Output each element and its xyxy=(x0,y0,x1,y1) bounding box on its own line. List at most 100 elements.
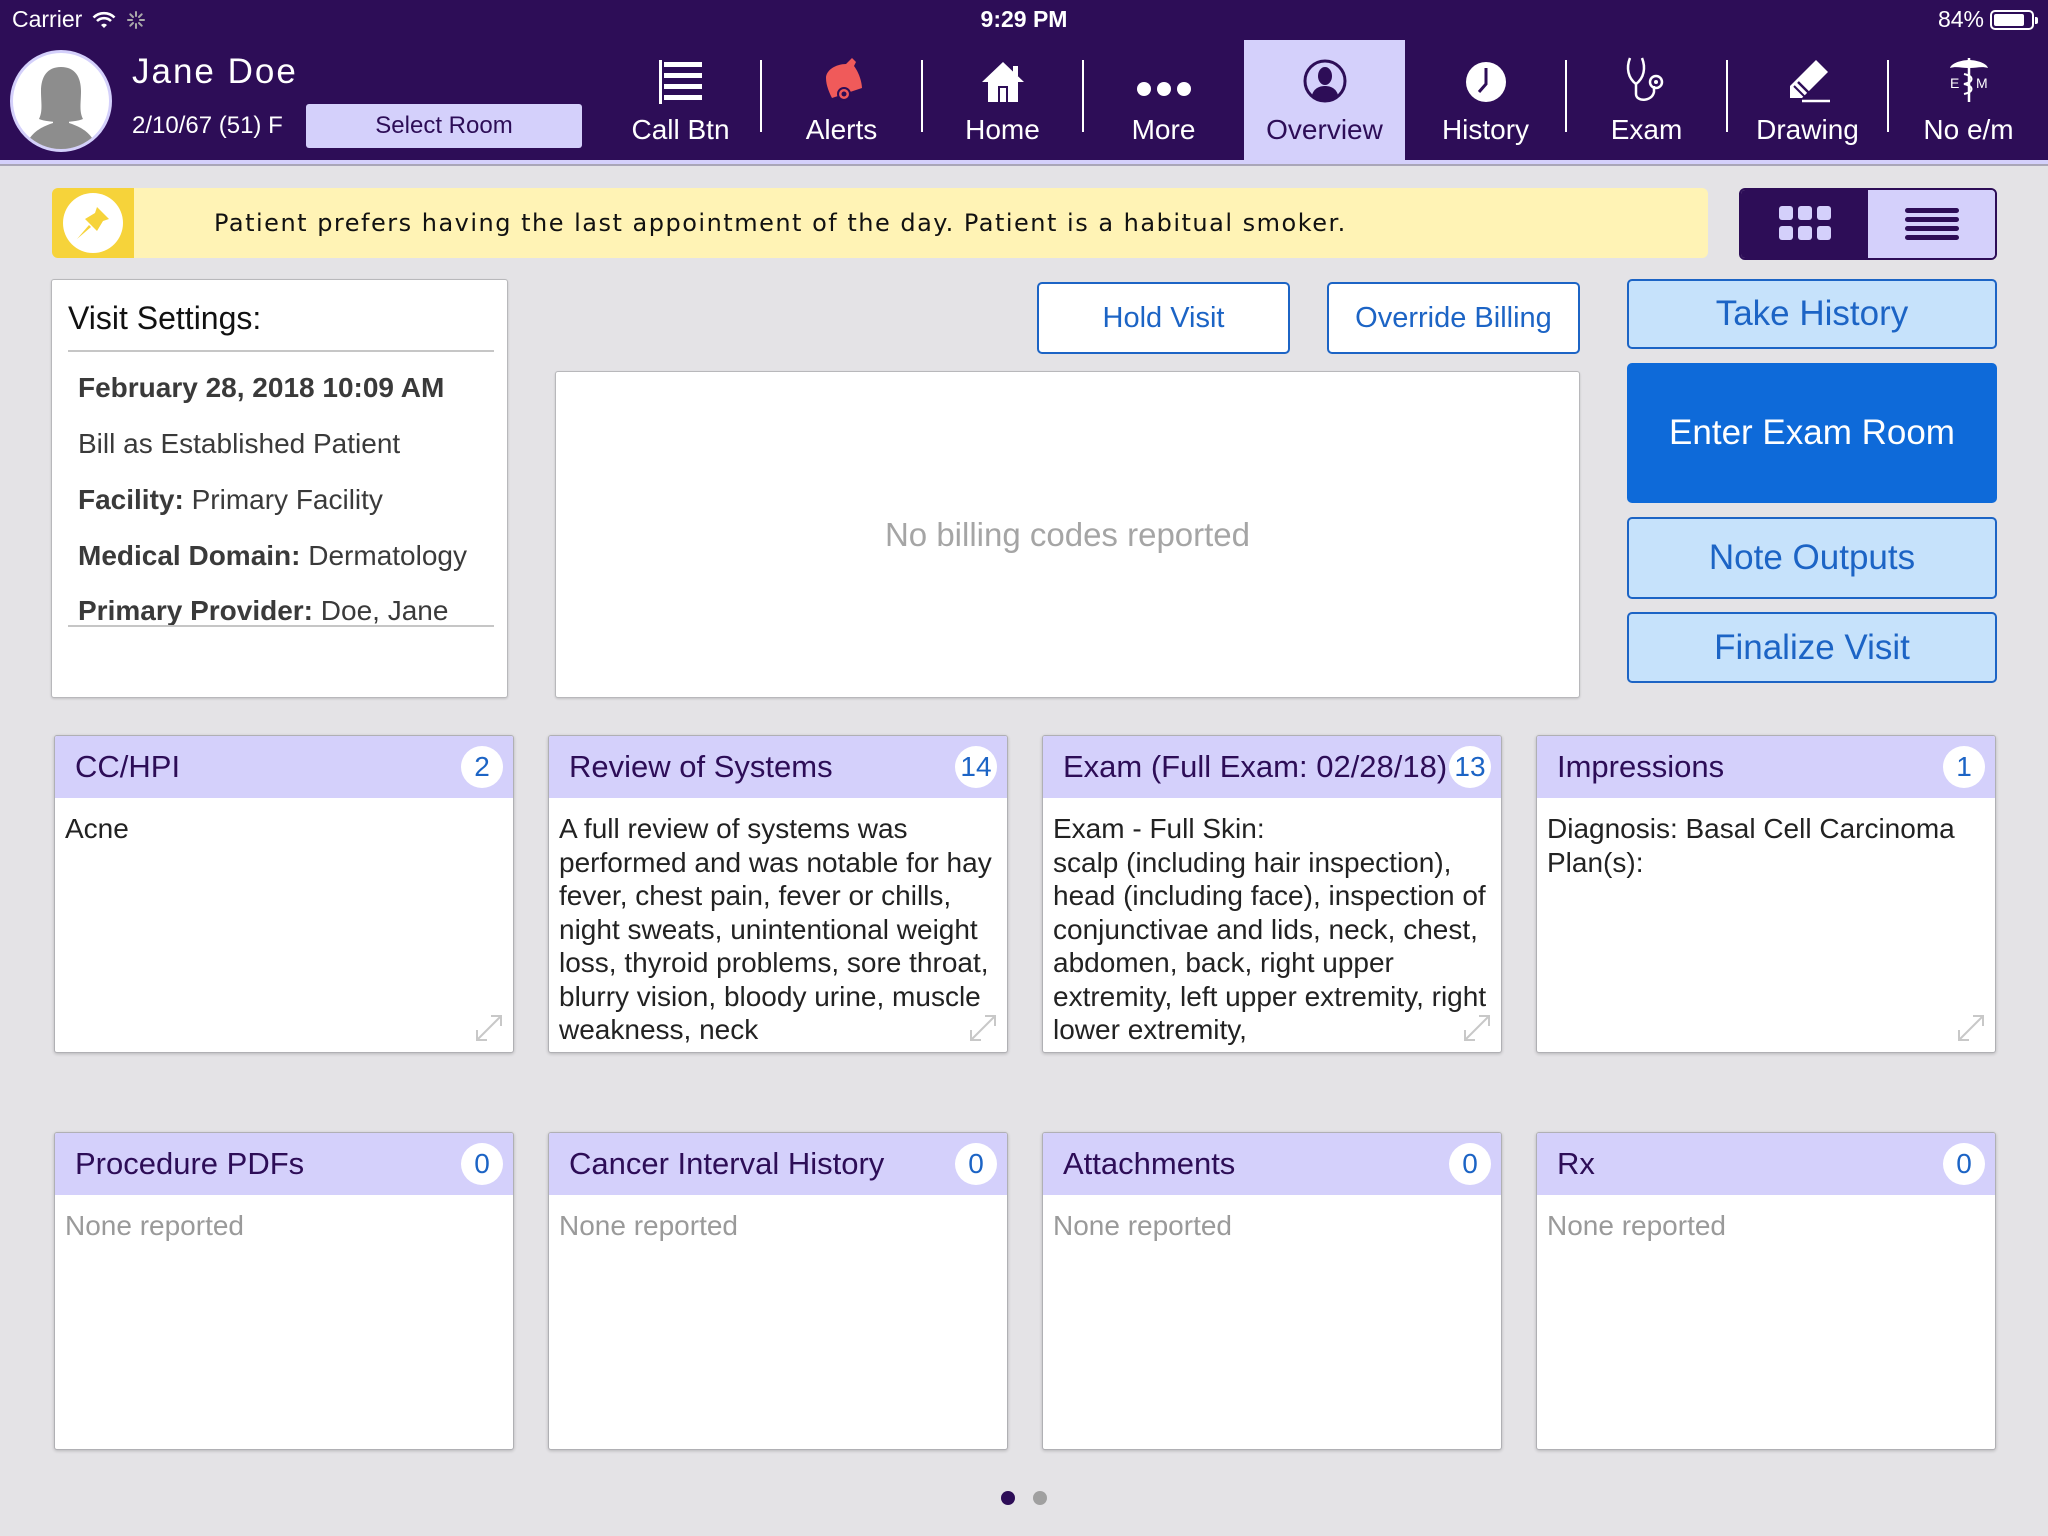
patient-dob-age-sex: 2/10/67 (51) F xyxy=(132,112,283,139)
card-body-text: scalp (including hair inspection), head … xyxy=(1053,846,1487,1046)
grid-icon xyxy=(1778,206,1831,240)
hold-visit-button[interactable]: Hold Visit xyxy=(1037,282,1290,354)
home-icon xyxy=(981,62,1024,102)
battery-percent: 84% xyxy=(1937,6,1984,32)
card-title: Cancer Interval History xyxy=(569,1146,885,1181)
nav-more[interactable]: More xyxy=(1083,40,1244,160)
battery-icon xyxy=(1990,9,2038,30)
card-body: None reported xyxy=(559,1210,739,1241)
card-body: Acne xyxy=(65,813,129,844)
divider xyxy=(68,350,494,352)
enter-exam-room-button[interactable]: Enter Exam Room xyxy=(1627,363,1997,503)
nav-call-btn[interactable]: Call Btn xyxy=(600,40,762,160)
card-impressions[interactable]: Impressions 1 Diagnosis: Basal Cell Carci… xyxy=(1536,735,1996,1053)
card-title: Review of Systems xyxy=(569,749,833,784)
svg-text:E: E xyxy=(1950,75,1959,91)
card-cancer-interval-history[interactable]: Cancer Interval History 0 None reported xyxy=(548,1132,1008,1450)
select-room-button[interactable]: Select Room xyxy=(306,104,582,148)
nav-exam[interactable]: Exam xyxy=(1566,40,1728,160)
battery-level xyxy=(1994,13,2025,26)
facility-label: Facility: xyxy=(78,484,184,515)
grid-view-button[interactable] xyxy=(1741,190,1868,258)
visit-settings-panel[interactable]: Visit Settings: February 28, 2018 10:09 … xyxy=(51,279,508,698)
nav-history-label: History xyxy=(1441,114,1530,145)
pushpin-icon xyxy=(77,207,109,239)
primary-provider-label: Primary Provider: xyxy=(78,595,313,626)
take-history-button[interactable]: Take History xyxy=(1627,279,1997,349)
count-badge: 0 xyxy=(955,1143,997,1185)
card-exam[interactable]: Exam (Full Exam: 02/28/18) 13 Exam - Full… xyxy=(1042,735,1502,1053)
caduceus-em-icon: E M xyxy=(1949,58,1988,102)
list-view-button[interactable] xyxy=(1868,190,1995,258)
card-title: Rx xyxy=(1557,1146,1595,1181)
card-rx[interactable]: Rx 0 None reported xyxy=(1536,1132,1996,1450)
svg-text:M: M xyxy=(1976,75,1988,91)
patient-note-text: Patient prefers having the last appointm… xyxy=(214,209,1347,237)
medical-domain-label: Medical Domain: xyxy=(78,540,301,571)
nav-alerts[interactable]: Alerts xyxy=(761,40,923,160)
count-badge: 0 xyxy=(1943,1143,1985,1185)
person-silhouette-icon xyxy=(25,67,97,149)
expand-icon[interactable] xyxy=(473,1012,505,1044)
medical-domain-row: Medical Domain: Dermatology xyxy=(78,540,467,572)
clock-icon xyxy=(1465,62,1506,102)
nav-no-em[interactable]: E M No e/m xyxy=(1888,40,2048,160)
count-badge: 1 xyxy=(1943,746,1985,788)
nav-drawing[interactable]: Drawing xyxy=(1727,40,1889,160)
billing-codes-panel: No billing codes reported xyxy=(555,371,1580,698)
finalize-visit-button[interactable]: Finalize Visit xyxy=(1627,612,1997,683)
card-body-plans: Plan(s): xyxy=(1547,846,1644,878)
card-review-of-systems[interactable]: Review of Systems 14 A full review of sys… xyxy=(548,735,1008,1053)
card-body: None reported xyxy=(1547,1210,1727,1241)
facility-value: Primary Facility xyxy=(191,484,383,515)
card-body-heading: Exam - Full Skin: xyxy=(1053,813,1265,844)
top-nav: Call Btn Alerts Home More Overview Histo… xyxy=(600,40,2048,160)
card-attachments[interactable]: Attachments 0 None reported xyxy=(1042,1132,1502,1450)
page-dot-1[interactable] xyxy=(1001,1491,1015,1505)
count-badge: 14 xyxy=(955,746,997,788)
nav-home[interactable]: Home xyxy=(922,40,1084,160)
note-outputs-button[interactable]: Note Outputs xyxy=(1627,517,1997,599)
patient-name: Jane Doe xyxy=(132,52,298,91)
more-dots-icon xyxy=(1136,82,1191,96)
status-time: 9:29 PM xyxy=(980,6,1068,32)
nav-overview-label: Overview xyxy=(1266,114,1383,145)
card-title: Attachments xyxy=(1063,1146,1236,1181)
status-bar-right: 84% xyxy=(1937,6,2038,33)
card-body: A full review of systems was performed a… xyxy=(559,813,992,1045)
card-body: None reported xyxy=(1053,1210,1233,1241)
person-circle-icon xyxy=(1303,59,1346,103)
nav-more-label: More xyxy=(1131,114,1196,145)
expand-icon[interactable] xyxy=(967,1012,999,1044)
patient-avatar[interactable] xyxy=(10,50,112,152)
list-icon xyxy=(1904,208,1959,240)
banner-icon-box xyxy=(52,188,134,258)
app-header: Carrier 9:29 PM 84% Jane Doe 2/10/67 (51… xyxy=(0,0,2048,160)
call-button-icon xyxy=(658,60,702,104)
nav-history[interactable]: History xyxy=(1405,40,1567,160)
visit-settings-title: Visit Settings: xyxy=(68,300,262,336)
count-badge: 0 xyxy=(461,1143,503,1185)
expand-icon[interactable] xyxy=(1955,1012,1987,1044)
visit-datetime: February 28, 2018 10:09 AM xyxy=(78,372,445,403)
billing-type: Bill as Established Patient xyxy=(78,428,401,459)
count-badge: 2 xyxy=(461,746,503,788)
primary-provider-value: Doe, Jane xyxy=(320,595,449,626)
nav-alerts-label: Alerts xyxy=(805,114,878,145)
facility-row: Facility: Primary Facility xyxy=(78,484,383,516)
override-billing-button[interactable]: Override Billing xyxy=(1327,282,1580,354)
card-procedure-pdfs[interactable]: Procedure PDFs 0 None reported xyxy=(54,1132,514,1450)
count-badge: 0 xyxy=(1449,1143,1491,1185)
card-body: None reported xyxy=(65,1210,245,1241)
card-body: Exam - Full Skin: scalp (including hair i… xyxy=(1043,798,1501,1052)
card-title: Procedure PDFs xyxy=(75,1146,305,1181)
expand-icon[interactable] xyxy=(1461,1012,1493,1044)
card-cc-hpi[interactable]: CC/HPI 2 Acne xyxy=(54,735,514,1053)
nav-call-btn-label: Call Btn xyxy=(631,114,730,145)
nav-drawing-label: Drawing xyxy=(1756,114,1859,145)
bell-icon xyxy=(825,58,862,101)
nav-overview[interactable]: Overview xyxy=(1244,40,1405,160)
card-body-diagnosis: Diagnosis: Basal Cell Carcinoma xyxy=(1547,813,1955,844)
page-dot-2[interactable] xyxy=(1033,1491,1047,1505)
primary-provider-row: Primary Provider: Doe, Jane xyxy=(78,595,448,627)
